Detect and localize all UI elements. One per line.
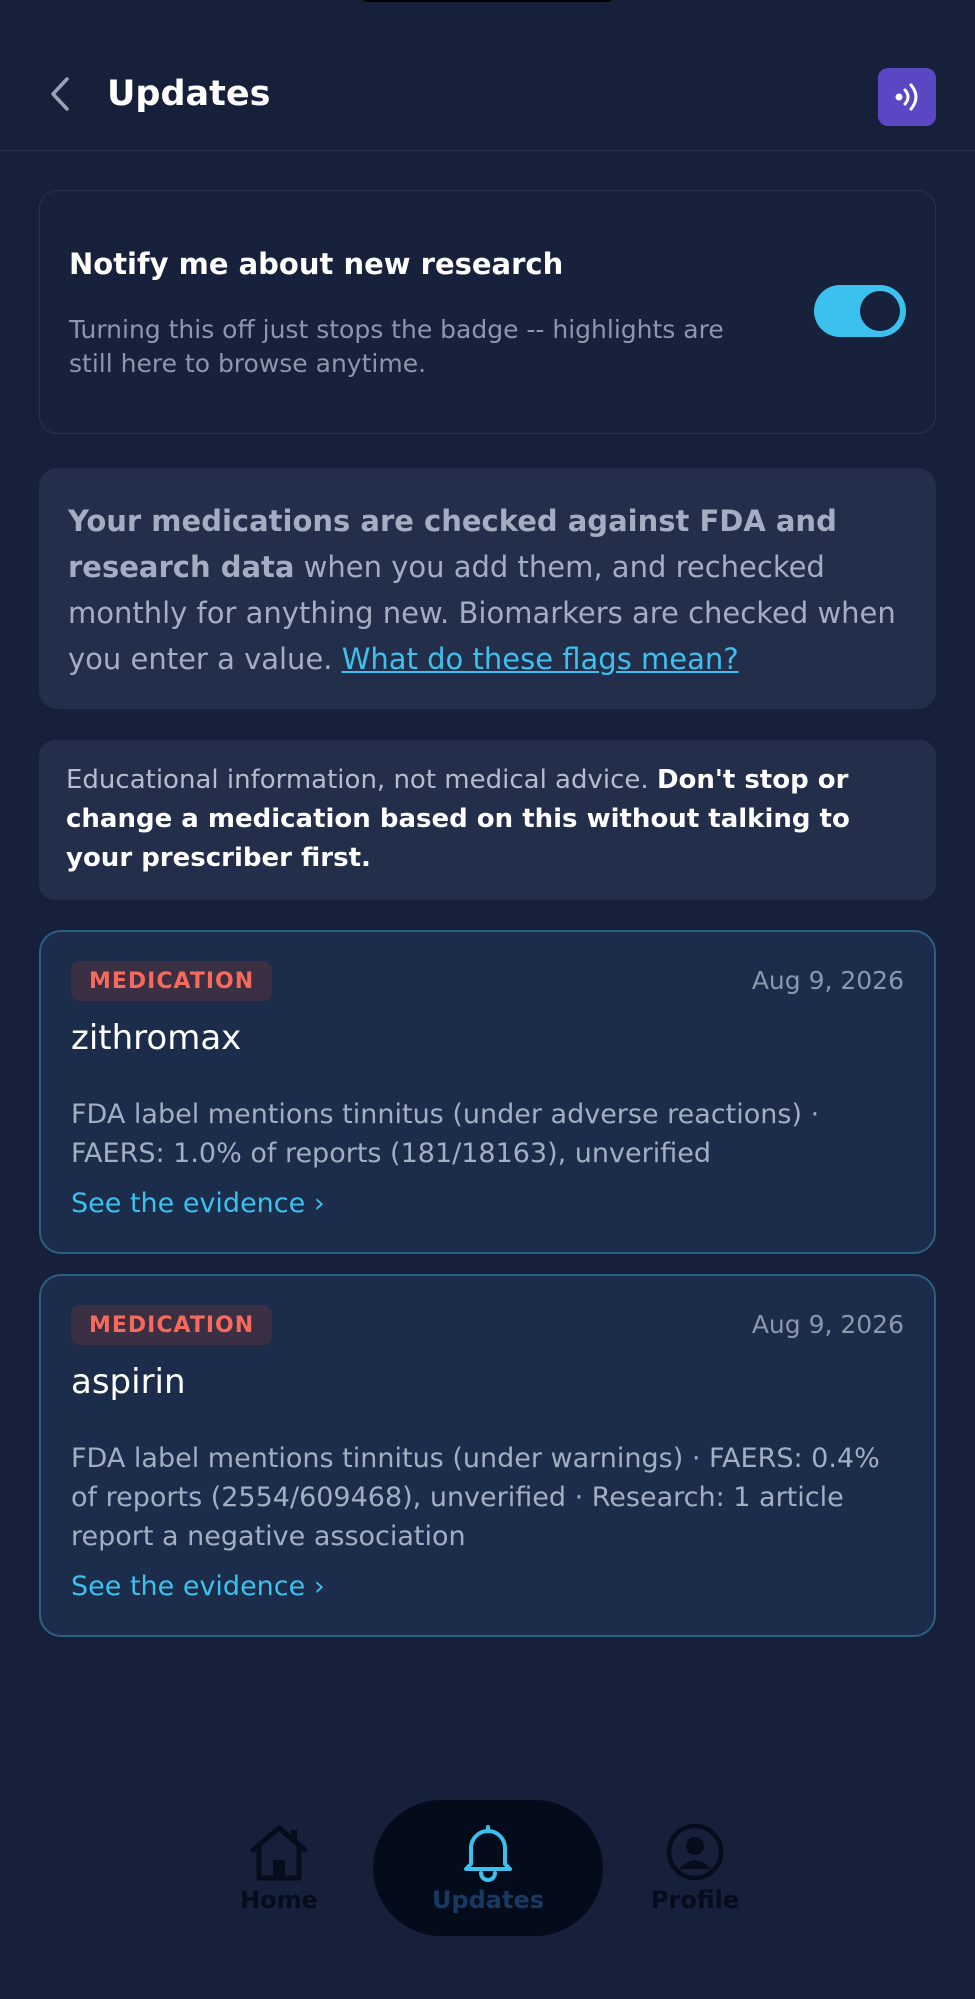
category-badge: MEDICATION: [71, 1305, 273, 1345]
bottom-nav: Home Updates Profile: [0, 1800, 975, 1950]
category-badge: MEDICATION: [71, 961, 273, 1001]
profile-icon: [666, 1823, 724, 1881]
medication-name: zithromax: [71, 1018, 242, 1058]
disclaimer-text: Educational information, not medical adv…: [66, 761, 916, 878]
nav-item-updates[interactable]: Updates: [373, 1800, 603, 1936]
medication-description: FDA label mentions tinnitus (under adver…: [71, 1099, 820, 1169]
nav-label: Profile: [650, 1886, 740, 1914]
see-evidence-link[interactable]: See the evidence ›: [71, 1571, 325, 1602]
disclaimer-plain-text: Educational information, not medical adv…: [66, 765, 657, 795]
medication-name: aspirin: [71, 1362, 186, 1402]
notify-card: Notify me about new research Turning thi…: [39, 190, 936, 434]
back-button[interactable]: [42, 72, 78, 116]
disclaimer-card: Educational information, not medical adv…: [39, 740, 936, 900]
medication-card[interactable]: MEDICATION Aug 9, 2026 aspirin FDA label…: [39, 1274, 936, 1637]
nav-label: Home: [240, 1886, 318, 1914]
card-date: Aug 9, 2026: [751, 1310, 904, 1339]
flags-info-link[interactable]: What do these flags mean?: [342, 642, 739, 676]
card-date: Aug 9, 2026: [751, 966, 904, 995]
header: Updates: [0, 0, 975, 151]
audio-icon: [895, 83, 918, 111]
nav-item-home[interactable]: Home: [164, 1800, 394, 1936]
nav-item-profile[interactable]: Profile: [580, 1800, 810, 1936]
notify-description: Turning this off just stops the badge --…: [69, 315, 724, 378]
see-evidence-link[interactable]: See the evidence ›: [71, 1188, 325, 1219]
info-card: Your medications are checked against FDA…: [39, 468, 936, 709]
nav-label: Updates: [431, 1886, 545, 1914]
toggle-knob: [860, 291, 900, 331]
bell-icon: [464, 1825, 512, 1882]
home-icon: [250, 1825, 308, 1881]
chevron-left-icon: [51, 77, 69, 111]
notify-title: Notify me about new research: [69, 247, 564, 281]
info-text: Your medications are checked against FDA…: [68, 498, 918, 682]
audio-button[interactable]: [878, 68, 936, 126]
medication-card[interactable]: MEDICATION Aug 9, 2026 zithromax FDA lab…: [39, 930, 936, 1254]
page-title: Updates: [107, 74, 271, 114]
medication-description: FDA label mentions tinnitus (under warni…: [71, 1443, 880, 1552]
notify-toggle[interactable]: [814, 285, 906, 337]
